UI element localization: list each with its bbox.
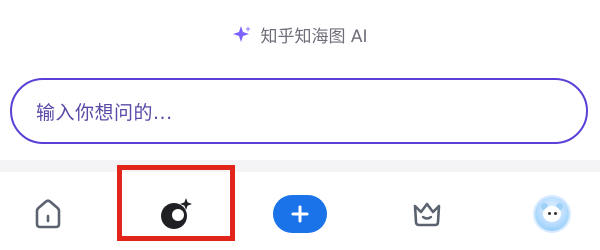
- sparkle-icon: [232, 25, 252, 45]
- home-icon: [35, 199, 61, 229]
- divider: [0, 160, 600, 172]
- plus-icon: [291, 205, 309, 223]
- search-input[interactable]: 输入你想问的...: [10, 78, 588, 144]
- avatar: [535, 197, 569, 231]
- tab-vip[interactable]: [397, 184, 457, 244]
- ai-header[interactable]: 知乎知海图 AI: [0, 22, 600, 47]
- create-button[interactable]: [273, 195, 327, 233]
- bottom-tabbar: [0, 172, 600, 250]
- crown-icon: [413, 202, 441, 227]
- highlight-box: [117, 165, 235, 241]
- ai-header-label: 知乎知海图 AI: [260, 27, 368, 47]
- tab-home[interactable]: [18, 184, 78, 244]
- tab-create[interactable]: [270, 184, 330, 244]
- search-placeholder: 输入你想问的...: [36, 101, 173, 124]
- screen: 知乎知海图 AI 输入你想问的...: [0, 0, 600, 250]
- tab-profile[interactable]: [522, 184, 582, 244]
